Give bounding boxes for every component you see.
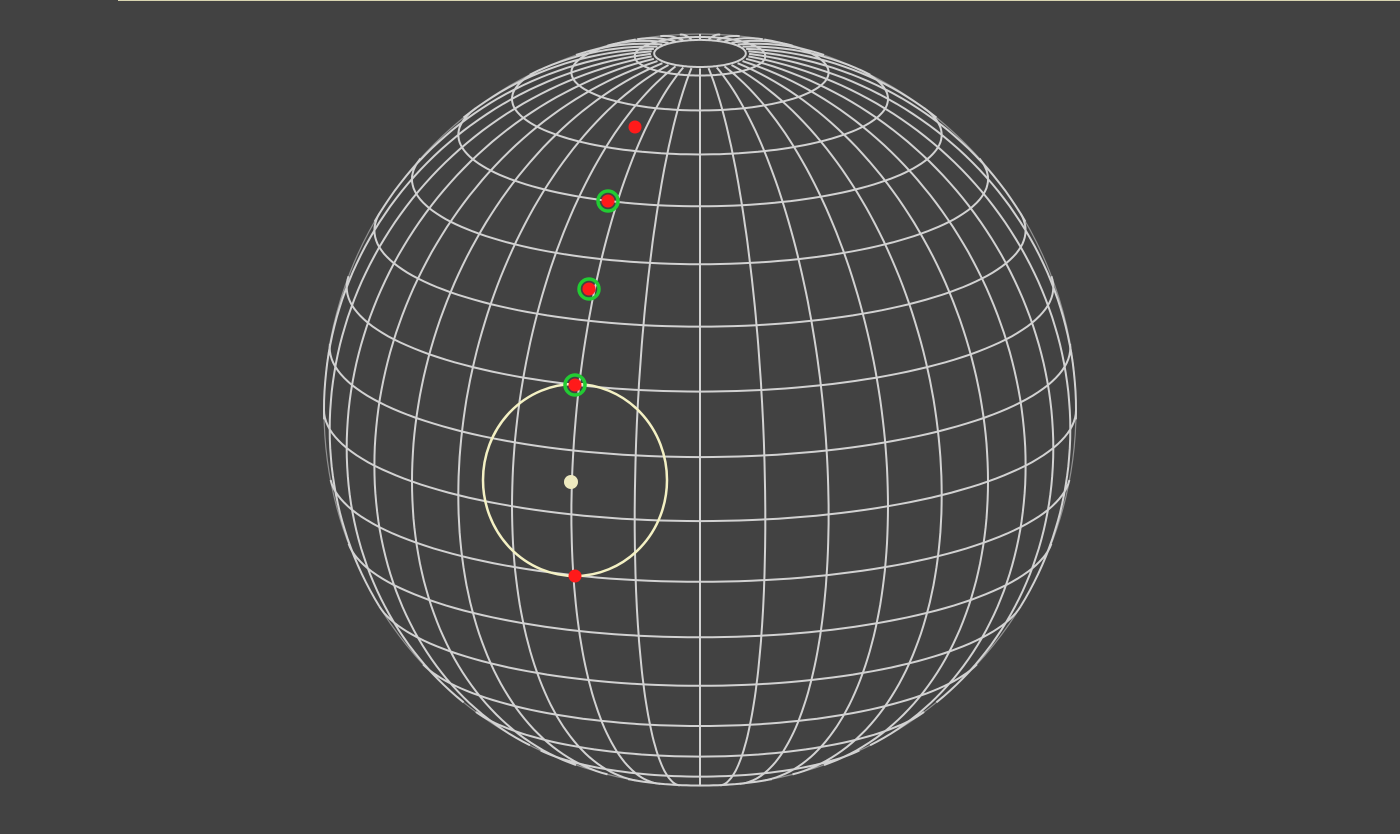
marker-dot[interactable] <box>628 120 642 134</box>
longitude-line <box>633 67 693 787</box>
longitude-line <box>716 66 830 785</box>
marker-dot[interactable] <box>601 194 615 208</box>
wireframe-sphere <box>322 33 1078 787</box>
longitude-line <box>745 57 1055 704</box>
selection-circle-group[interactable] <box>481 382 669 578</box>
path-marker[interactable] <box>628 120 642 134</box>
longitude-line <box>748 50 1027 223</box>
marker-dot[interactable] <box>568 569 582 583</box>
path-marker[interactable] <box>577 277 601 301</box>
longitude-line <box>737 62 990 766</box>
longitude-line <box>345 57 655 704</box>
longitude-line <box>723 65 890 782</box>
3d-viewport[interactable] <box>0 0 1400 834</box>
longitude-line <box>410 62 663 766</box>
selection-center-point[interactable] <box>564 475 578 489</box>
longitude-line <box>462 47 654 119</box>
marker-dot[interactable] <box>568 378 582 392</box>
sphere-scene[interactable] <box>0 0 1400 834</box>
pole-cap-rim <box>653 38 747 68</box>
longitude-line <box>570 66 684 785</box>
marker-dot[interactable] <box>582 282 596 296</box>
longitude-line <box>510 65 677 782</box>
path-markers[interactable] <box>563 120 642 583</box>
path-marker[interactable] <box>568 569 582 583</box>
longitude-line <box>746 47 938 119</box>
longitude-line <box>707 67 767 787</box>
